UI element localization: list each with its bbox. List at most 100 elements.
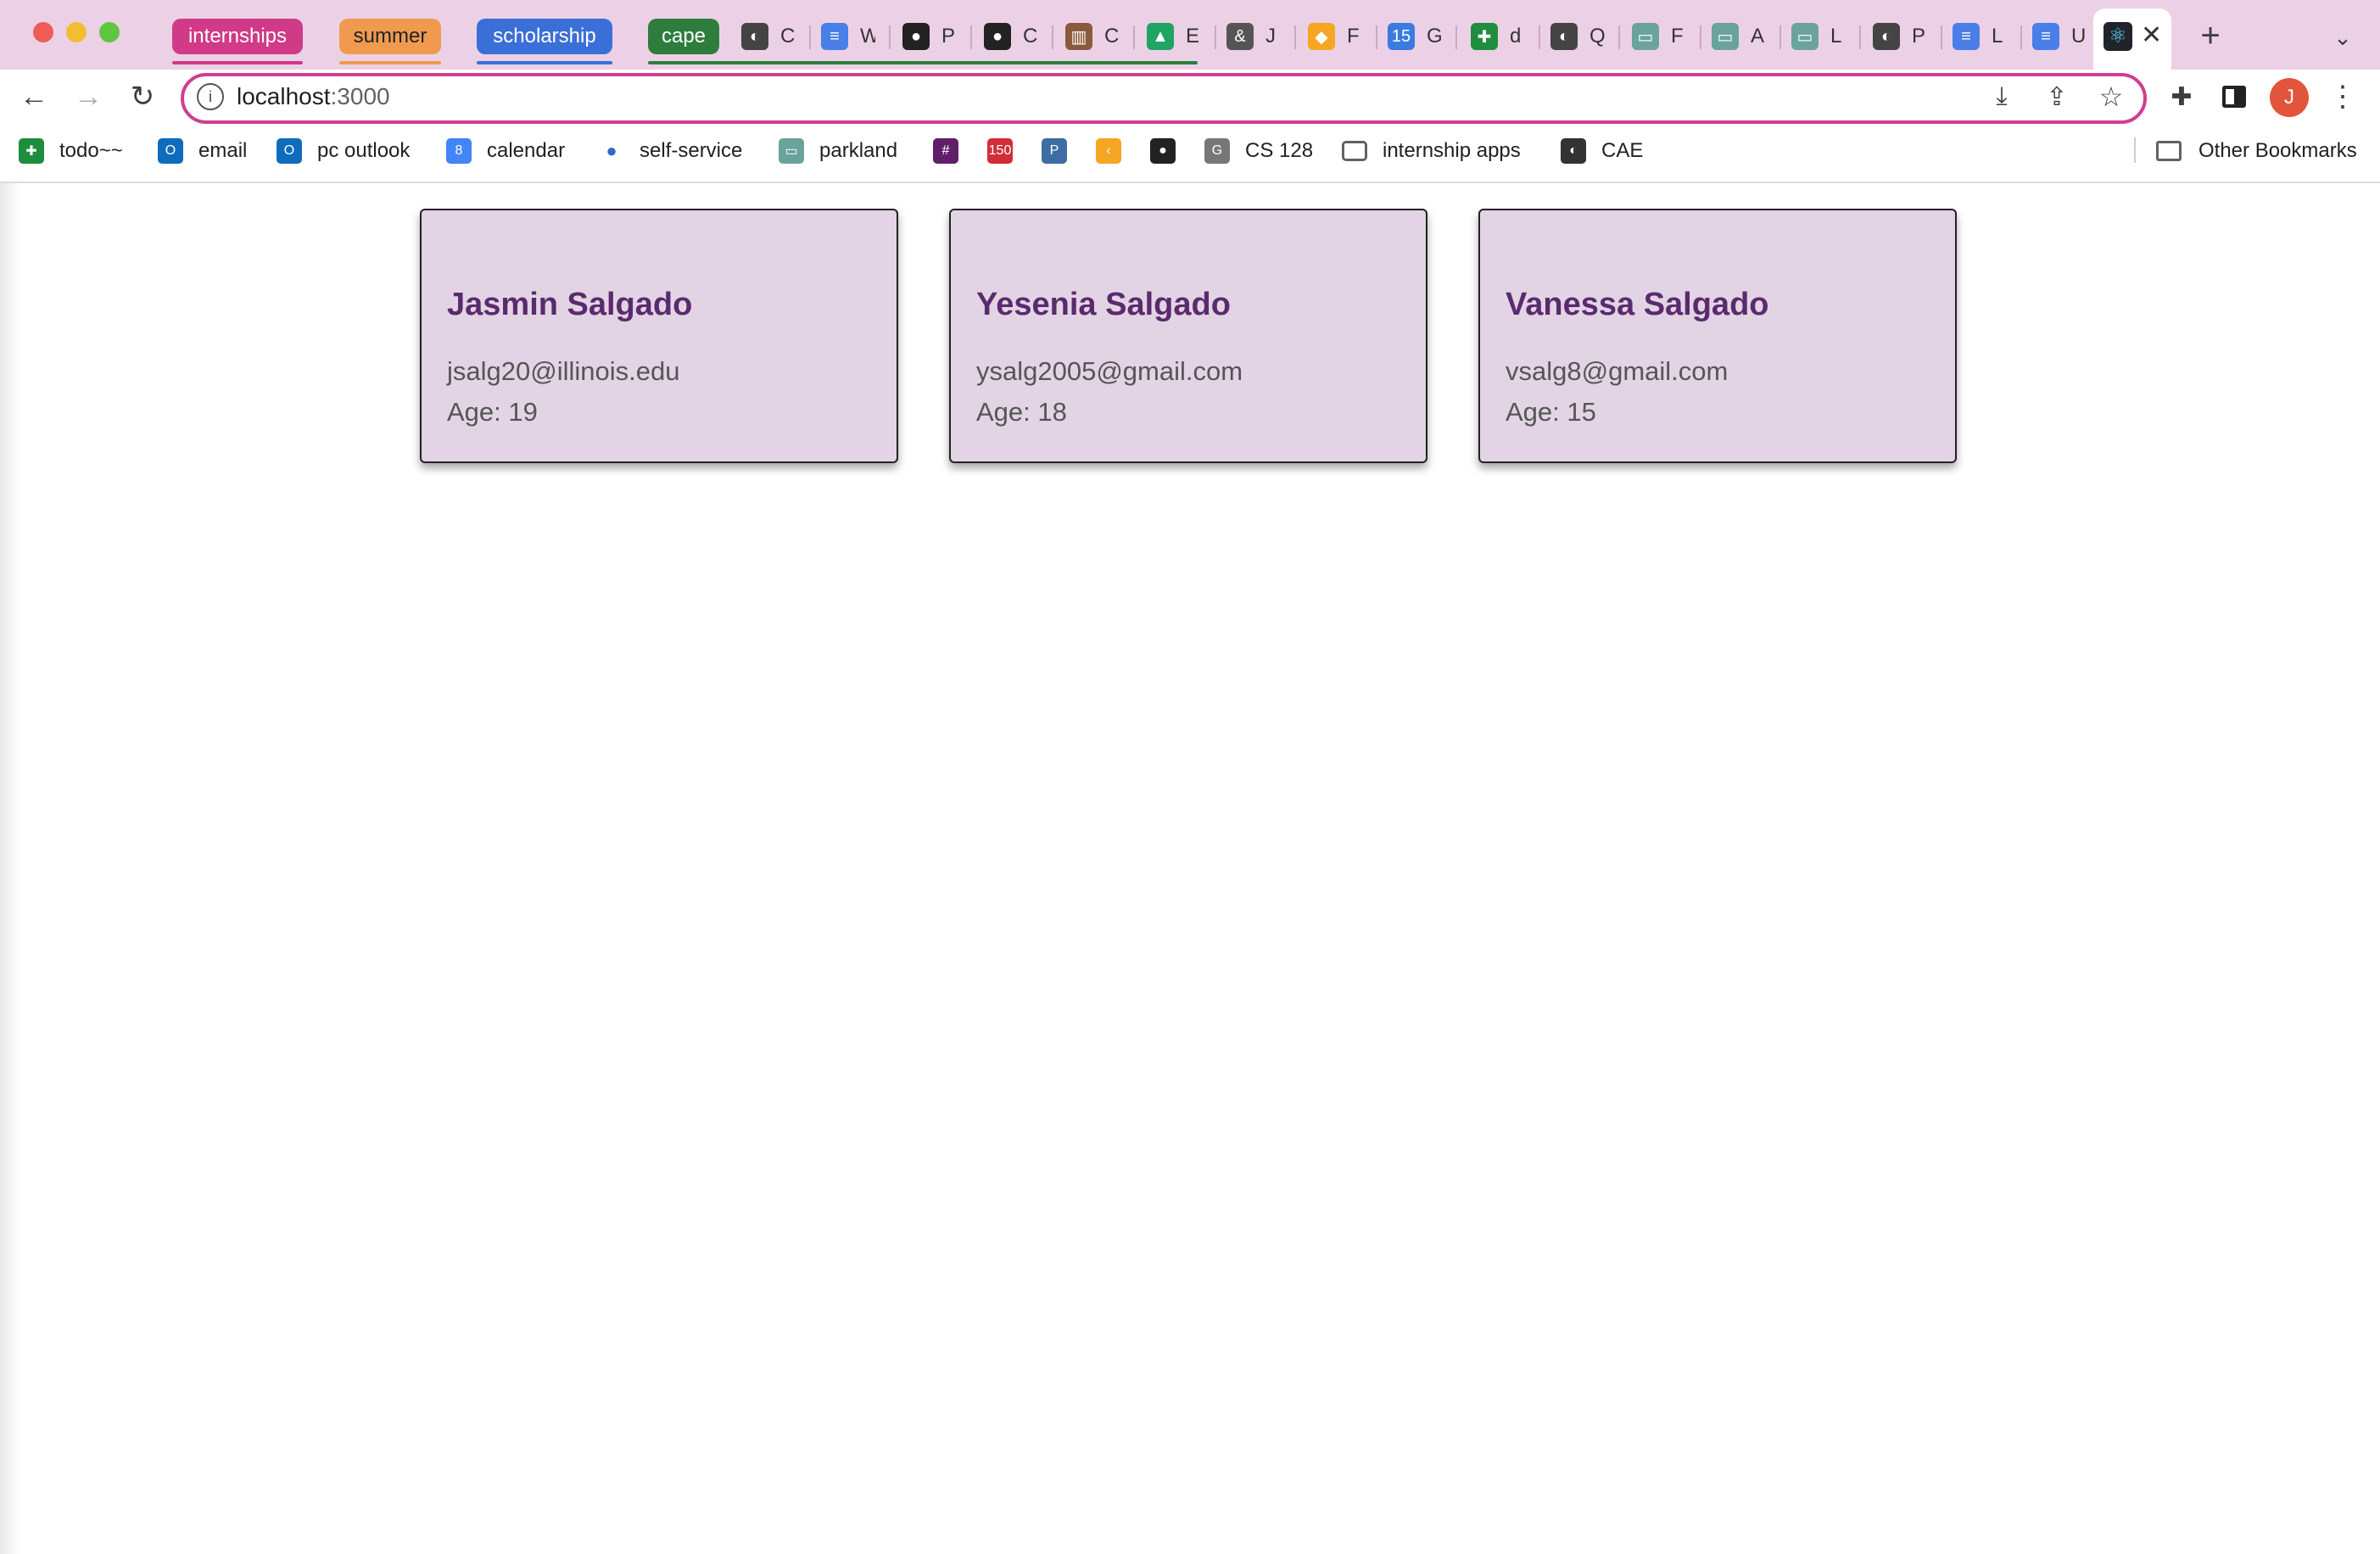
maximize-window-button[interactable]: [99, 22, 120, 42]
browser-tab[interactable]: 15 G: [1376, 15, 1457, 58]
outlook-icon: O: [277, 138, 302, 164]
bookmark-item[interactable]: ‹: [1096, 134, 1137, 168]
address-bar[interactable]: [181, 73, 2147, 124]
bookmark-label: parkland: [819, 139, 898, 162]
browser-tab[interactable]: ▲ E: [1135, 15, 1216, 58]
person-age: Age: 18: [976, 397, 1067, 427]
browser-tab[interactable]: ▭ A: [1700, 15, 1781, 58]
reload-icon[interactable]: ↻: [124, 78, 161, 115]
bookmark-item[interactable]: 150: [987, 134, 1028, 168]
browser-tab[interactable]: ▭ L: [1779, 15, 1861, 58]
bookmark-item[interactable]: #: [933, 134, 974, 168]
browser-tab[interactable]: ● P: [891, 15, 972, 58]
minimize-window-button[interactable]: [66, 22, 87, 42]
bookmark-item[interactable]: ▭ parkland: [779, 134, 897, 168]
p-icon: P: [1042, 138, 1067, 164]
share-icon[interactable]: ⇪: [2040, 80, 2074, 114]
install-app-icon[interactable]: ⤓: [1985, 80, 2019, 114]
badge-150-icon: 150: [987, 138, 1013, 164]
bookmark-label: self-service: [640, 139, 743, 162]
browser-tab[interactable]: ≡ W: [809, 15, 891, 58]
star-bookmark-icon[interactable]: ☆: [2094, 80, 2128, 114]
globe-icon: ◐: [1550, 23, 1578, 50]
browser-tab[interactable]: ≡ L: [1941, 15, 2022, 58]
tab-group-underline: [339, 61, 441, 64]
tab-group-internships[interactable]: internships: [172, 19, 303, 54]
bookmark-separator: [2134, 137, 2136, 163]
back-icon[interactable]: ←: [15, 78, 53, 115]
tab-separator: [1455, 25, 1457, 49]
bookmark-item[interactable]: internship apps: [1342, 134, 1521, 168]
other-bookmarks[interactable]: Other Bookmarks: [2156, 134, 2357, 168]
tab-title: J: [1265, 25, 1276, 48]
tab-group-underline: [648, 61, 1198, 64]
leetcode-icon: ‹: [1096, 138, 1121, 164]
person-age: Age: 19: [447, 397, 538, 427]
outlook-icon: O: [158, 138, 183, 164]
google-docs-icon: ≡: [1953, 23, 1980, 50]
reader-icon: ▭: [1791, 23, 1819, 50]
tab-title: W: [860, 25, 875, 48]
person-email: vsalg8@gmail.com: [1506, 356, 1729, 386]
google-drive-icon: ▲: [1147, 23, 1174, 50]
browser-tab[interactable]: ◐ P: [1861, 15, 1942, 58]
airtable-icon: ◆: [1308, 23, 1335, 50]
forward-icon[interactable]: →: [70, 78, 107, 115]
side-panel-icon[interactable]: [2217, 80, 2251, 114]
bookmark-item[interactable]: ● self-service: [599, 134, 742, 168]
tab-title: A: [1751, 25, 1765, 48]
bookmark-item[interactable]: ✚ todo~~: [19, 134, 123, 168]
close-tab-icon[interactable]: ✕: [2141, 20, 2162, 50]
menu-icon[interactable]: ⋮: [2326, 80, 2360, 114]
bookmark-label: CS 128: [1245, 139, 1314, 162]
extensions-icon[interactable]: ✚: [2165, 80, 2198, 114]
browser-tab[interactable]: ▭ F: [1620, 15, 1701, 58]
bookmark-item[interactable]: 8 calendar: [446, 134, 565, 168]
person-card: Yesenia Salgado ysalg2005@gmail.com Age:…: [949, 209, 1427, 463]
bookmark-item[interactable]: ◐ CAE: [1561, 134, 1643, 168]
active-tab[interactable]: ⚛ ✕: [2093, 8, 2171, 70]
chevron-down-icon[interactable]: ⌄: [2327, 20, 2358, 54]
bookmark-item[interactable]: Opc outlook: [277, 134, 410, 168]
tab-title: P: [941, 25, 956, 48]
github-icon: ●: [1150, 138, 1176, 164]
tab-group-underline: [172, 61, 303, 64]
bookmark-item[interactable]: P: [1042, 134, 1082, 168]
site-info-icon[interactable]: i: [197, 83, 224, 110]
person-age: Age: 15: [1506, 397, 1596, 427]
browser-tab[interactable]: ◆ F: [1296, 15, 1377, 58]
tab-title: U: [2071, 25, 2087, 48]
tab-title: F: [1347, 25, 1360, 48]
browser-tab[interactable]: ✚ d: [1459, 15, 1540, 58]
reader-icon: ▭: [779, 138, 804, 164]
browser-tab[interactable]: ◐ C: [729, 15, 811, 58]
browser-tab[interactable]: & J: [1215, 15, 1296, 58]
globe-icon: ◐: [1561, 138, 1586, 164]
browser-tab[interactable]: ▥ C: [1053, 15, 1135, 58]
browser-tab[interactable]: ● C: [972, 15, 1053, 58]
browser-tab[interactable]: ◐ Q: [1539, 15, 1620, 58]
new-tab-button[interactable]: +: [2193, 17, 2227, 54]
bookmark-item[interactable]: ●: [1150, 134, 1191, 168]
tab-title: C: [1023, 25, 1038, 48]
profile-avatar[interactable]: J: [2270, 78, 2309, 117]
bookmark-label: pc outlook: [317, 139, 411, 162]
reader-icon: ▭: [1712, 23, 1739, 50]
react-icon: ⚛: [2103, 22, 2132, 51]
browser-tab[interactable]: ≡ U: [2020, 15, 2102, 58]
tab-group-scholarship[interactable]: scholarship: [477, 19, 612, 54]
calendar-icon: 15: [1388, 23, 1415, 50]
tab-title: F: [1671, 25, 1684, 48]
url-text[interactable]: localhost:3000: [237, 80, 390, 114]
tab-group-cape[interactable]: cape: [648, 19, 719, 54]
bookmark-item[interactable]: Oemail: [158, 134, 247, 168]
google-docs-icon: ≡: [821, 23, 848, 50]
tab-title: C: [780, 25, 796, 48]
github-icon: ●: [984, 23, 1011, 50]
tab-group-summer[interactable]: summer: [339, 19, 441, 54]
bookmark-item[interactable]: G CS 128: [1204, 134, 1313, 168]
person-card: Jasmin Salgado jsalg20@illinois.edu Age:…: [420, 209, 898, 463]
tab-title: C: [1104, 25, 1120, 48]
folder-icon: [2156, 141, 2182, 161]
close-window-button[interactable]: [33, 22, 53, 42]
